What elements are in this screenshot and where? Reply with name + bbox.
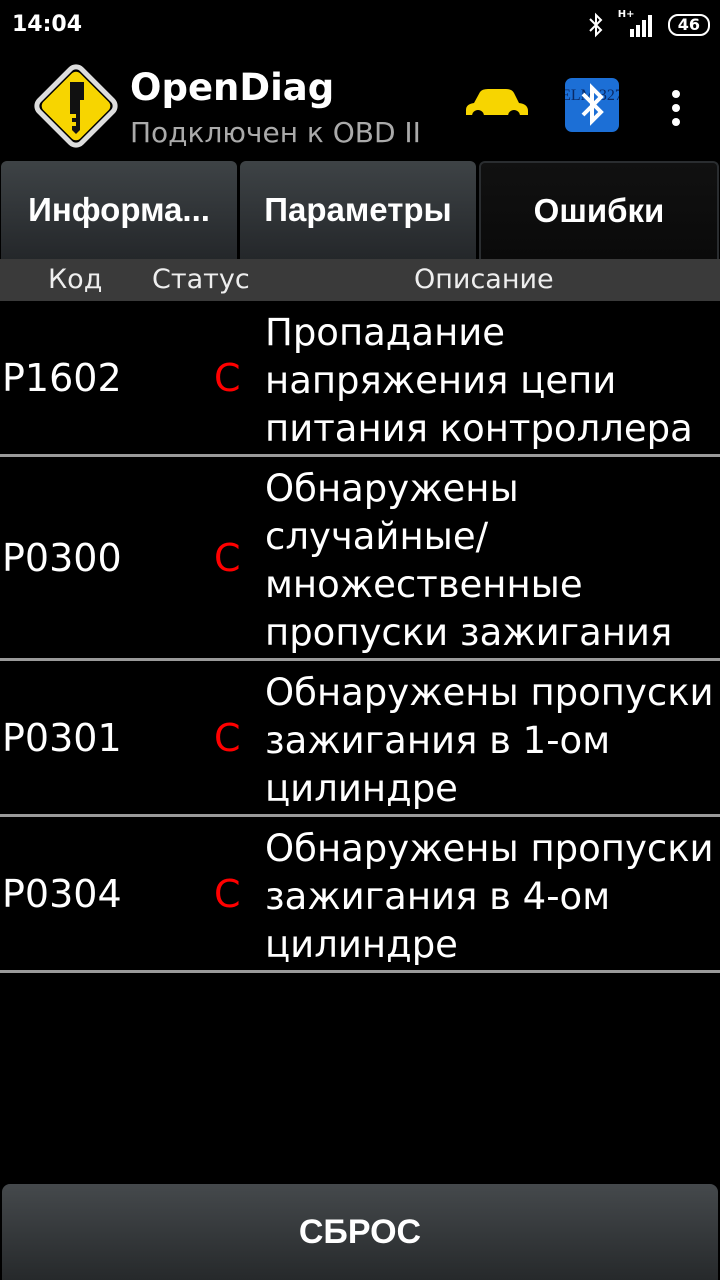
error-code: P0304 (2, 871, 122, 916)
error-row[interactable]: P0300 C Обнаружены случайные/ множествен… (0, 457, 720, 661)
error-code: P0300 (2, 535, 122, 580)
header-description: Описание (414, 264, 554, 295)
status-bar: 14:04 H+ 46 (0, 0, 720, 50)
error-status: C (214, 871, 241, 916)
overflow-menu-icon[interactable] (662, 88, 690, 128)
error-status: C (214, 355, 241, 400)
battery-level: 46 (667, 14, 710, 36)
reset-button[interactable]: СБРОС (2, 1184, 718, 1280)
bluetooth-adapter-icon[interactable]: ELM 327 (561, 78, 623, 132)
error-row[interactable]: P0301 C Обнаружены пропуски зажигания в … (0, 661, 720, 817)
tab-info[interactable]: Информа... (1, 161, 237, 259)
error-code: P0301 (2, 715, 122, 760)
signal-icon: H+ (618, 9, 654, 37)
app-bar: OpenDiag Подключен к OBD II ELM 327 (0, 50, 720, 160)
error-status: C (214, 535, 241, 580)
tab-parameters[interactable]: Параметры (240, 161, 476, 259)
car-icon[interactable] (462, 84, 530, 128)
bluetooth-status-icon (588, 12, 604, 38)
battery-icon: 46 (667, 14, 710, 36)
network-type-label: H+ (617, 9, 635, 20)
error-description: Пропадание напряжения цепи питания контр… (265, 311, 693, 450)
error-status: C (214, 715, 241, 760)
header-status: Статус (152, 264, 250, 295)
error-code: P1602 (2, 355, 122, 400)
tab-errors[interactable]: Ошибки (479, 161, 719, 259)
error-description: Обнаружены случайные/ множественные проп… (265, 467, 673, 654)
header-code: Код (48, 264, 103, 295)
error-description: Обнаружены пропуски зажигания в 4-ом цил… (265, 827, 714, 966)
error-row[interactable]: P0304 C Обнаружены пропуски зажигания в … (0, 817, 720, 973)
table-header: Код Статус Описание (0, 259, 720, 301)
app-title: OpenDiag (130, 66, 335, 109)
connection-status: Подключен к OBD II (130, 116, 421, 149)
error-description: Обнаружены пропуски зажигания в 1-ом цил… (265, 671, 714, 810)
error-list: P1602 C Пропадание напряжения цепи питан… (0, 301, 720, 973)
error-row[interactable]: P1602 C Пропадание напряжения цепи питан… (0, 301, 720, 457)
tab-bar: Информа... Параметры Ошибки (0, 161, 720, 259)
status-time: 14:04 (12, 12, 83, 37)
app-logo-icon (30, 60, 122, 152)
